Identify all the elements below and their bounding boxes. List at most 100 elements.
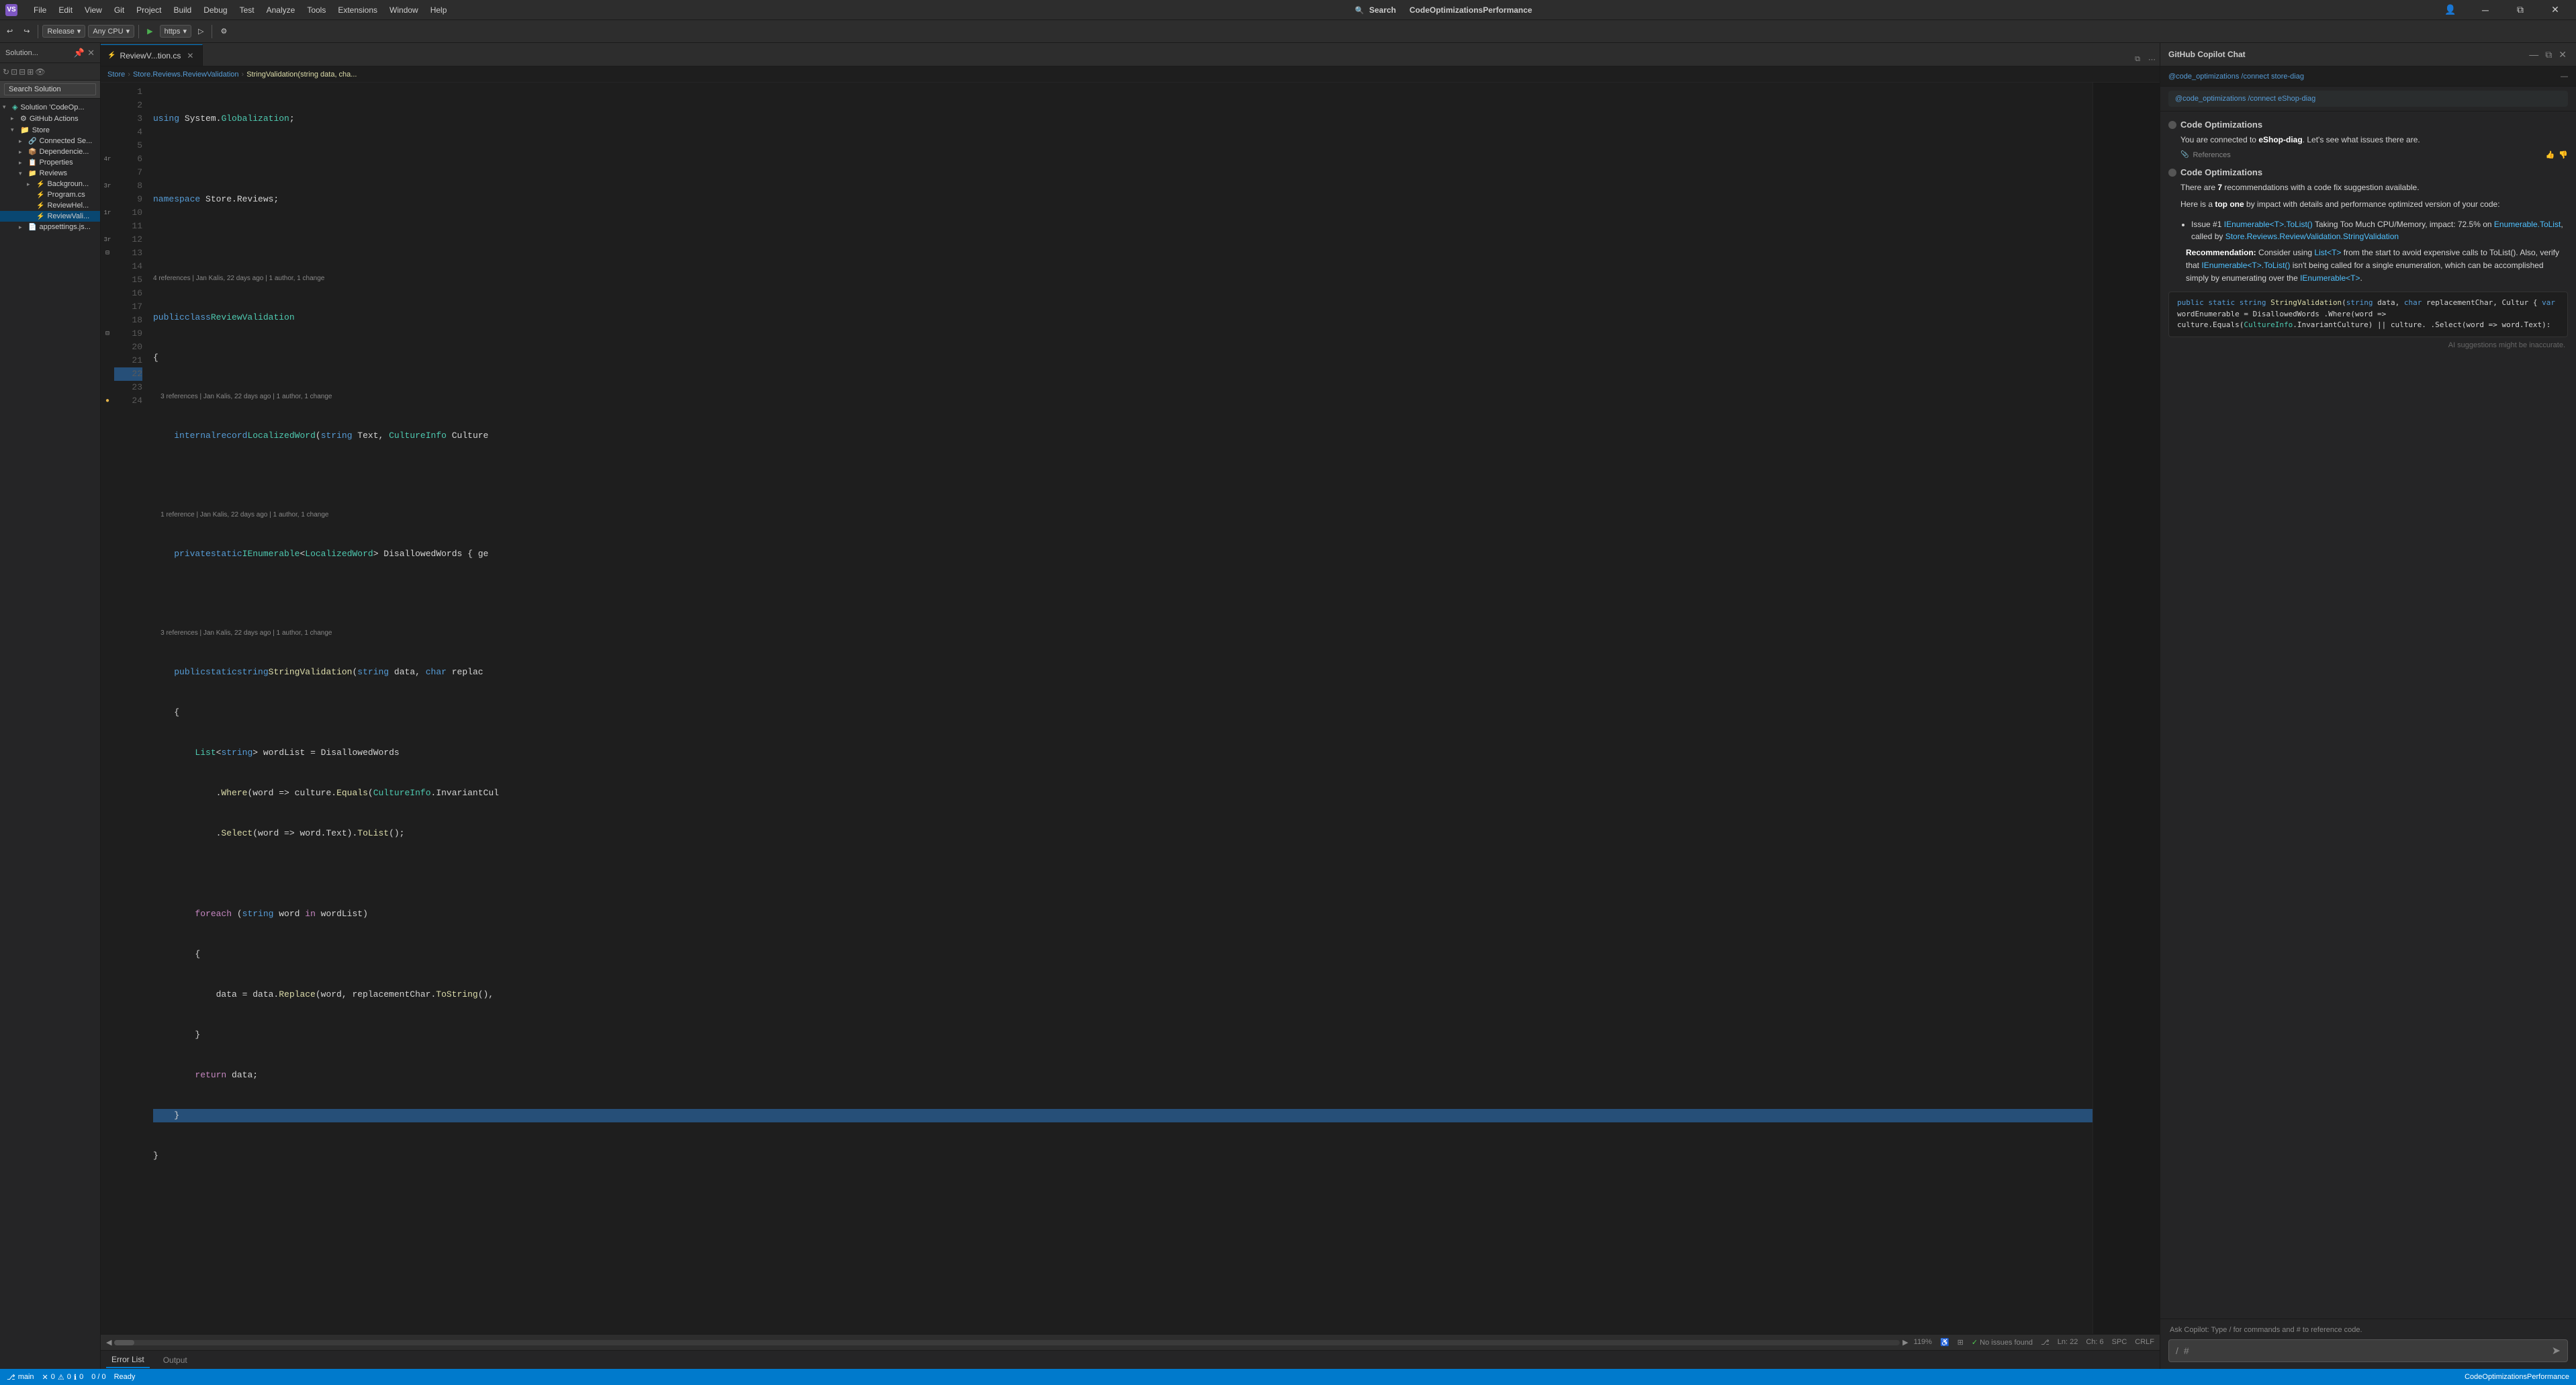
format-icon: ⊞ — [1958, 1338, 1964, 1347]
editor-split-button[interactable]: ⧉ — [2131, 53, 2144, 66]
run-target-dropdown[interactable]: https ▾ — [160, 25, 191, 38]
status-errors[interactable]: ✕ 0 ⚠ 0 ℹ 0 — [42, 1373, 84, 1382]
breadcrumb-method[interactable]: StringValidation(string data, cha... — [246, 71, 357, 79]
filter-icon[interactable]: ⊡ — [11, 67, 17, 77]
tree-item-connected[interactable]: ▸ 🔗 Connected Se... — [0, 136, 100, 146]
error-list-tab[interactable]: Error List — [106, 1352, 150, 1368]
copilot-minimize-icon[interactable]: — — [2528, 48, 2540, 62]
thumbsup-icon[interactable]: 👍 — [2546, 150, 2555, 159]
toolbar-misc-btns[interactable]: ⚙ — [216, 25, 231, 38]
suggestion-text[interactable]: @code_optimizations /connect eShop-diag — [2168, 91, 2568, 107]
tree-item-dependencies[interactable]: ▸ 📦 Dependencie... — [0, 146, 100, 157]
menu-git[interactable]: Git — [109, 3, 130, 17]
scroll-left-btn[interactable]: ◀ — [106, 1338, 111, 1347]
editor-tab-reviewvalidation[interactable]: ⚡ ReviewV...tion.cs ✕ — [101, 44, 203, 66]
menu-project[interactable]: Project — [131, 3, 167, 17]
sidebar-close-icon[interactable]: ✕ — [87, 48, 95, 58]
menu-build[interactable]: Build — [169, 3, 197, 17]
menu-debug[interactable]: Debug — [198, 3, 232, 17]
menu-view[interactable]: View — [79, 3, 107, 17]
breadcrumb-store[interactable]: Store — [107, 71, 125, 79]
user-avatar[interactable]: 👤 — [2435, 0, 2466, 20]
status-app-name[interactable]: CodeOptimizationsPerformance — [2465, 1373, 2569, 1381]
tree-item-reviewvalidation[interactable]: ⚡ ReviewVali... — [0, 211, 100, 222]
gutter-9: 1r — [101, 206, 114, 220]
tree-item-properties[interactable]: ▸ 📋 Properties — [0, 157, 100, 168]
menu-file[interactable]: File — [28, 3, 52, 17]
ref-hint-5: 4 references | Jan Kalis, 22 days ago | … — [153, 273, 2092, 284]
scroll-right-btn[interactable]: ▶ — [1902, 1338, 1908, 1347]
restore-button[interactable]: ⧉ — [2505, 0, 2536, 20]
toolbar-nav-forward[interactable]: ↪ — [19, 25, 34, 38]
menu-help[interactable]: Help — [425, 3, 453, 17]
status-right: CodeOptimizationsPerformance — [2465, 1373, 2569, 1381]
copilot-input-box[interactable]: / # ➤ — [2168, 1339, 2568, 1362]
copilot-slash-btn[interactable]: / — [2176, 1345, 2178, 1356]
editor-menu-button[interactable]: ⋯ — [2144, 53, 2160, 66]
context-minimize-icon[interactable]: — — [2561, 73, 2568, 81]
gutter-collapse11[interactable]: ⊟ — [101, 247, 114, 260]
gutter-2 — [101, 99, 114, 112]
tab-filename: ReviewV...tion.cs — [120, 51, 181, 60]
breadcrumb-namespace[interactable]: Store.Reviews.ReviewValidation — [133, 71, 239, 79]
tree-item-background[interactable]: ▸ ⚡ Backgroun... — [0, 179, 100, 189]
recommendation-link2[interactable]: IEnumerable<T>.ToList() — [2201, 261, 2290, 270]
platform-dropdown[interactable]: Any CPU ▾ — [88, 25, 134, 38]
tree-item-github-actions[interactable]: ▸ ⚙ GitHub Actions — [0, 113, 100, 124]
copilot-close-icon[interactable]: ✕ — [2557, 48, 2568, 62]
expand-all-icon[interactable]: ⊞ — [27, 67, 34, 77]
tree-label-dependencies: Dependencie... — [39, 148, 89, 156]
tree-item-program[interactable]: ⚡ Program.cs — [0, 189, 100, 200]
output-tab[interactable]: Output — [158, 1353, 193, 1368]
issue-link1[interactable]: IEnumerable<T>.ToList() — [2224, 220, 2313, 229]
issue-link3[interactable]: Store.Reviews.ReviewValidation.StringVal… — [2225, 232, 2399, 241]
editor-scrollbar-area[interactable]: ◀ ▶ — [106, 1338, 1908, 1347]
recommendation-link3[interactable]: IEnumerable<T> — [2300, 273, 2360, 283]
toolbar-nav-back[interactable]: ↩ — [3, 25, 17, 38]
menu-test[interactable]: Test — [234, 3, 260, 17]
search-label[interactable]: Search — [1369, 5, 1396, 15]
sync-icon[interactable]: ↻ — [3, 67, 9, 77]
msg1-references[interactable]: 📎 References 👍 👎 — [2168, 150, 2568, 159]
status-cursor[interactable]: 0 / 0 — [91, 1373, 105, 1381]
tree-item-store[interactable]: ▾ 📁 Store — [0, 124, 100, 136]
issues-indicator[interactable]: ✓ No issues found — [1972, 1338, 2033, 1347]
close-button[interactable]: ✕ — [2540, 0, 2571, 20]
tab-close-button[interactable]: ✕ — [185, 50, 195, 61]
copilot-dot-1 — [2168, 121, 2176, 129]
git-icon: ⎇ — [2041, 1339, 2050, 1347]
recommendation-link1[interactable]: List<T> — [2314, 248, 2341, 257]
solution-search-input[interactable] — [4, 83, 96, 95]
run-button[interactable]: ▶ — [143, 25, 156, 38]
configuration-dropdown[interactable]: Release ▾ — [42, 25, 85, 38]
issue-link2[interactable]: Enumerable.ToList — [2494, 220, 2561, 229]
tree-item-solution[interactable]: ▾ ◈ Solution 'CodeOp... — [0, 101, 100, 113]
menu-tools[interactable]: Tools — [302, 3, 331, 17]
zoom-level[interactable]: 119% — [1914, 1338, 1932, 1347]
copilot-send-button[interactable]: ➤ — [2552, 1344, 2561, 1357]
copilot-text-input[interactable] — [2195, 1346, 2546, 1355]
minimize-button[interactable]: ─ — [2470, 0, 2501, 20]
tree-item-appsettings[interactable]: ▸ 📄 appsettings.js... — [0, 222, 100, 232]
menu-window[interactable]: Window — [384, 3, 424, 17]
git-info: ⎇ — [2041, 1338, 2050, 1347]
copilot-hash-btn[interactable]: # — [2184, 1345, 2189, 1356]
status-git-branch[interactable]: ⎇ main — [7, 1373, 34, 1382]
pin-icon[interactable]: 📌 — [74, 48, 85, 58]
tree-item-reviews[interactable]: ▾ 📁 Reviews — [0, 168, 100, 179]
copilot-expand-icon[interactable]: ⧉ — [2544, 48, 2553, 62]
collapse-all-icon[interactable]: ⊟ — [19, 67, 26, 77]
references-label[interactable]: References — [2193, 151, 2230, 159]
horizontal-scrollbar[interactable] — [114, 1340, 1900, 1345]
code-content[interactable]: using System.Globalization; namespace St… — [148, 83, 2092, 1334]
code-editor[interactable]: 4r 3r 1r 3r ⊟ ⊟ ● — [101, 83, 2160, 1334]
preview-icon[interactable]: 👁 — [35, 67, 45, 77]
menu-analyze[interactable]: Analyze — [261, 3, 301, 17]
toolbar-run2[interactable]: ▷ — [194, 25, 208, 38]
menu-extensions[interactable]: Extensions — [332, 3, 383, 17]
code-line-19: data = data.Replace(word, replacementCha… — [153, 988, 2092, 1001]
tree-item-reviewhelper[interactable]: ⚡ ReviewHel... — [0, 200, 100, 211]
menu-edit[interactable]: Edit — [53, 3, 78, 17]
thumbsdown-icon[interactable]: 👎 — [2559, 150, 2568, 159]
copilot-autocomplete-suggestion[interactable]: @code_optimizations /connect eShop-diag — [2160, 87, 2576, 111]
